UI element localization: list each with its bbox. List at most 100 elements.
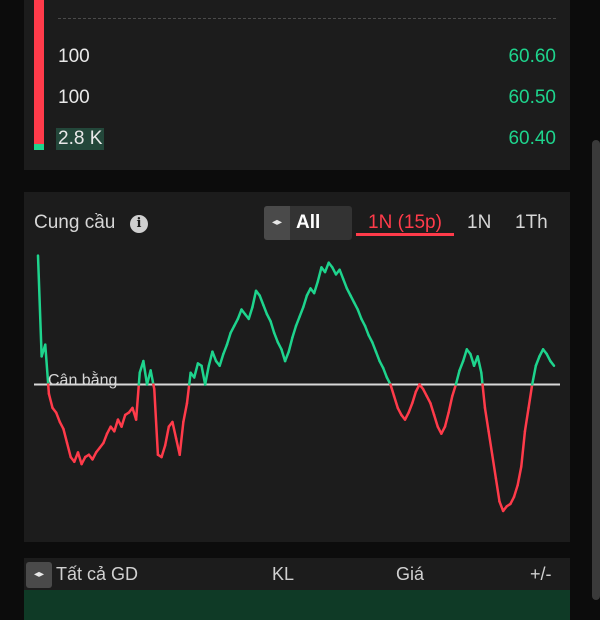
- series-segment: [258, 294, 265, 307]
- series-segment: [516, 465, 523, 487]
- series-segment: [371, 341, 378, 353]
- series-segment: [451, 383, 458, 398]
- series-segment: [454, 369, 461, 386]
- series-segment: [298, 305, 305, 318]
- series-segment: [142, 359, 149, 386]
- series-segment: [113, 418, 120, 433]
- tab-1th[interactable]: 1Th: [515, 212, 548, 234]
- column-change: +/-: [530, 564, 552, 584]
- balance-label: Cân bằng: [48, 372, 118, 389]
- series-segment: [65, 441, 72, 459]
- series-segment: [269, 320, 276, 335]
- series-segment: [171, 420, 178, 440]
- scrollbar[interactable]: [592, 140, 600, 600]
- order-book-panel: 100 60.60 100 60.50 2.8 K 60.40: [24, 0, 570, 170]
- series-segment: [527, 383, 534, 410]
- series-segment: [392, 394, 399, 410]
- series-segment: [316, 266, 323, 283]
- series-segment: [530, 364, 538, 386]
- series-segment: [291, 324, 298, 339]
- series-segment: [182, 401, 189, 424]
- range-value: All: [296, 212, 321, 233]
- series-segment: [461, 348, 469, 363]
- series-segment: [62, 427, 69, 445]
- series-segment: [481, 383, 487, 410]
- range-arrows-icon[interactable]: ◂▸: [264, 206, 290, 240]
- series-segment: [443, 411, 450, 428]
- order-price: 60.50: [508, 87, 556, 108]
- series-segment: [498, 500, 505, 513]
- series-segment: [389, 383, 396, 398]
- order-book-row: 100 60.50: [56, 87, 556, 113]
- info-icon[interactable]: i: [130, 215, 148, 233]
- series-segment: [302, 294, 309, 309]
- series-segment: [137, 371, 141, 386]
- series-segment: [483, 406, 490, 433]
- order-book-row: 2.8 K 60.40: [56, 128, 556, 154]
- series-segment: [225, 331, 232, 346]
- order-qty: 100: [58, 46, 90, 67]
- order-qty: 100: [58, 87, 90, 108]
- series-segment: [160, 444, 167, 459]
- series-segment: [480, 371, 484, 386]
- series-segment: [36, 254, 43, 358]
- series-segment: [323, 261, 330, 274]
- column-volume: KL: [272, 564, 295, 584]
- range-selector[interactable]: ◂▸ All: [264, 206, 352, 240]
- series-segment: [487, 430, 494, 456]
- series-segment: [247, 305, 254, 321]
- series-segment: [185, 383, 191, 405]
- series-segment: [47, 392, 54, 410]
- series-segment: [193, 362, 200, 379]
- series-segment: [153, 387, 160, 456]
- trades-panel: ◂▸ Tất cả GD KL Giá +/-: [24, 558, 570, 620]
- order-price: 60.60: [508, 46, 556, 67]
- series-segment: [490, 453, 498, 480]
- series-segment: [207, 350, 214, 368]
- series-segment: [520, 430, 527, 468]
- series-segment: [411, 390, 418, 405]
- trade-row: [24, 590, 570, 620]
- order-book-row: 100 60.60: [56, 46, 556, 72]
- series-segment: [294, 315, 301, 328]
- series-segment: [476, 355, 483, 375]
- series-segment: [381, 366, 389, 379]
- series-segment: [283, 350, 290, 363]
- series-segment: [374, 350, 381, 363]
- series-segment: [134, 383, 141, 421]
- series-segment: [549, 359, 556, 368]
- trades-arrows-icon[interactable]: ◂▸: [26, 562, 52, 588]
- series-segment: [356, 308, 363, 321]
- supply-demand-panel: Cung cầu i ◂▸ All 1N (15p) 1N 1Th Cân bằ…: [24, 192, 570, 542]
- panel-title: Cung cầu: [34, 212, 116, 233]
- series-segment: [76, 451, 83, 466]
- trades-header: ◂▸ Tất cả GD KL Giá +/-: [24, 558, 570, 588]
- series-segment: [534, 355, 541, 368]
- series-segment: [432, 413, 439, 428]
- series-segment: [494, 476, 501, 503]
- series-segment: [312, 280, 320, 295]
- series-segment: [236, 308, 243, 321]
- series-segment: [218, 352, 225, 368]
- series-segment: [512, 483, 519, 499]
- buy-pressure-bar: [34, 144, 44, 150]
- series-segment: [163, 425, 171, 447]
- series-segment: [262, 303, 269, 316]
- series-segment: [341, 277, 349, 290]
- series-segment: [54, 411, 62, 424]
- series-segment: [523, 406, 530, 433]
- active-tab-indicator: [356, 233, 454, 236]
- series-segment: [407, 401, 414, 414]
- series-segment: [458, 359, 465, 372]
- column-all-trades[interactable]: Tất cả GD: [56, 564, 138, 585]
- series-segment: [363, 324, 370, 337]
- series-segment: [338, 268, 345, 281]
- tab-1n-15p[interactable]: 1N (15p): [368, 212, 442, 234]
- series-segment: [211, 350, 218, 363]
- series-segment: [287, 336, 294, 353]
- series-segment: [120, 413, 127, 428]
- tab-1n[interactable]: 1N: [467, 212, 491, 234]
- order-price: 60.40: [508, 128, 556, 149]
- series-segment: [149, 369, 155, 386]
- order-qty: 2.8 K: [56, 128, 105, 150]
